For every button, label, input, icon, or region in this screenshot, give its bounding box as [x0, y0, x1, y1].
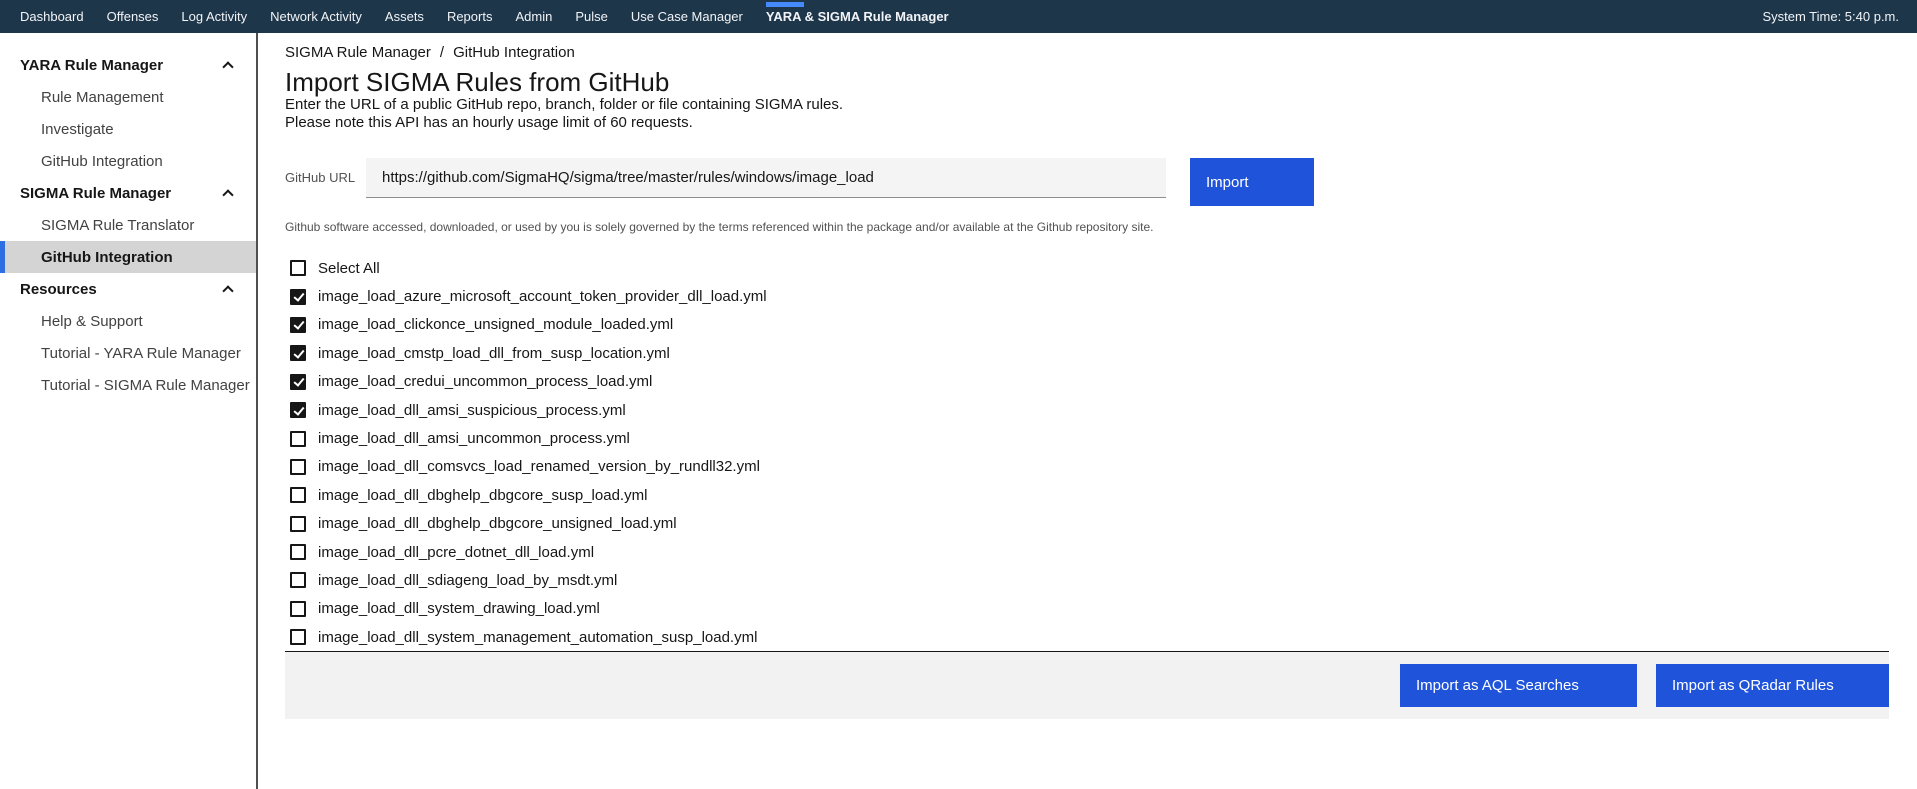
file-name: image_load_dll_system_management_automat… [318, 628, 758, 646]
sidebar-section-label: SIGMA Rule Manager [20, 184, 172, 202]
nav-item-offenses[interactable]: Offenses [107, 0, 159, 33]
file-list: Select All image_load_azure_microsoft_ac… [285, 254, 1889, 651]
footer-action-bar: Import as AQL Searches Import as QRadar … [285, 651, 1889, 720]
sidebar-section-label: YARA Rule Manager [20, 56, 164, 74]
file-name: image_load_dll_comsvcs_load_renamed_vers… [318, 458, 760, 476]
sidebar-item-yara-rule-management[interactable]: Rule Management [0, 81, 256, 113]
top-nav-tabs: Dashboard Offenses Log Activity Network Act… [20, 0, 949, 33]
main-body: YARA Rule Manager Rule Management Investig… [0, 33, 1917, 789]
github-url-input[interactable] [366, 158, 1166, 198]
sidebar-item-resources-tutorial-yara-rule-manager[interactable]: Tutorial - YARA Rule Manager [0, 337, 256, 369]
sidebar-item-sigma-github-integration[interactable]: GitHub Integration [0, 241, 256, 273]
system-time: System Time: 5:40 p.m. [1762, 9, 1899, 24]
sidebar-item-resources-tutorial-sigma-rule-manager[interactable]: Tutorial - SIGMA Rule Manager [0, 369, 256, 401]
file-name: image_load_dll_sdiageng_load_by_msdt.yml [318, 571, 618, 589]
nav-item-admin[interactable]: Admin [515, 0, 552, 33]
file-row: image_load_dll_sdiageng_load_by_msdt.yml [285, 566, 1889, 594]
file-checkbox[interactable] [290, 600, 306, 617]
sidebar-item-yara-investigate[interactable]: Investigate [0, 113, 256, 145]
file-name: image_load_cmstp_load_dll_from_susp_loca… [318, 344, 670, 362]
file-checkbox[interactable] [290, 515, 306, 532]
file-checkbox[interactable] [290, 373, 306, 390]
sidebar-section-label: Resources [20, 280, 97, 298]
sidebar-section-yara-rule-manager[interactable]: YARA Rule Manager [0, 49, 256, 81]
nav-item-use-case-manager[interactable]: Use Case Manager [631, 0, 743, 33]
file-checkbox[interactable] [290, 458, 306, 475]
github-disclaimer: Github software accessed, downloaded, or… [285, 220, 1154, 234]
file-name: image_load_azure_microsoft_account_token… [318, 288, 767, 306]
file-checkbox[interactable] [290, 572, 306, 589]
select-all-label: Select All [318, 259, 380, 277]
file-row: image_load_dll_dbghelp_dbgcore_susp_load… [285, 481, 1889, 509]
nav-item-log-activity[interactable]: Log Activity [181, 0, 247, 33]
nav-item-assets[interactable]: Assets [385, 0, 424, 33]
sidebar-section-resources[interactable]: Resources [0, 273, 256, 305]
page-description-line1: Enter the URL of a public GitHub repo, b… [285, 96, 844, 113]
file-row: image_load_dll_comsvcs_load_renamed_vers… [285, 453, 1889, 481]
nav-item-network-activity[interactable]: Network Activity [270, 0, 362, 33]
file-name: image_load_dll_dbghelp_dbgcore_susp_load… [318, 486, 648, 504]
file-name: image_load_credui_uncommon_process_load.… [318, 373, 653, 391]
file-row: image_load_clickonce_unsigned_module_loa… [285, 311, 1889, 339]
breadcrumb-item-github-integration[interactable]: GitHub Integration [453, 43, 575, 63]
file-checkbox[interactable] [290, 288, 306, 305]
file-row: image_load_dll_system_management_automat… [285, 623, 1889, 651]
file-name: image_load_dll_amsi_suspicious_process.y… [318, 401, 626, 419]
github-url-form: GitHub URL Import [285, 158, 1889, 206]
file-row: image_load_dll_pcre_dotnet_dll_load.yml [285, 538, 1889, 566]
file-row: image_load_azure_microsoft_account_token… [285, 282, 1889, 310]
page-title: Import SIGMA Rules from GitHub [285, 67, 670, 97]
file-checkbox[interactable] [290, 487, 306, 504]
chevron-up-icon [222, 188, 234, 201]
chevron-up-icon [222, 60, 234, 73]
file-name: image_load_clickonce_unsigned_module_loa… [318, 316, 674, 334]
sidebar: YARA Rule Manager Rule Management Investig… [0, 33, 258, 789]
page-description-line2: Please note this API has an hourly usage… [285, 114, 693, 131]
file-name: image_load_dll_dbghelp_dbgcore_unsigned_… [318, 515, 677, 533]
file-row: image_load_dll_amsi_uncommon_process.yml [285, 424, 1889, 452]
file-checkbox[interactable] [290, 345, 306, 362]
file-checkbox[interactable] [290, 402, 306, 419]
nav-item-reports[interactable]: Reports [447, 0, 493, 33]
file-row: image_load_cmstp_load_dll_from_susp_loca… [285, 339, 1889, 367]
nav-item-yara-sigma-rule-manager[interactable]: YARA & SIGMA Rule Manager [765, 0, 949, 33]
file-name: image_load_dll_pcre_dotnet_dll_load.yml [318, 543, 595, 561]
file-row: image_load_dll_amsi_suspicious_process.y… [285, 396, 1889, 424]
nav-item-pulse[interactable]: Pulse [575, 0, 608, 33]
import-as-aql-searches-button[interactable]: Import as AQL Searches [1400, 664, 1637, 708]
sidebar-item-yara-github-integration[interactable]: GitHub Integration [0, 145, 256, 177]
file-row: image_load_credui_uncommon_process_load.… [285, 368, 1889, 396]
import-as-qradar-rules-button[interactable]: Import as QRadar Rules [1656, 664, 1889, 708]
breadcrumb-item-sigma-rule-manager[interactable]: SIGMA Rule Manager [285, 43, 431, 63]
sidebar-item-resources-help-support[interactable]: Help & Support [0, 305, 256, 337]
sidebar-item-sigma-sigma-rule-translator[interactable]: SIGMA Rule Translator [0, 209, 256, 241]
breadcrumb-separator: / [439, 44, 445, 61]
import-button[interactable]: Import [1190, 158, 1314, 206]
file-name: image_load_dll_amsi_uncommon_process.yml [318, 430, 630, 448]
chevron-up-icon [222, 284, 234, 297]
breadcrumb: SIGMA Rule Manager / GitHub Integration [285, 43, 1889, 63]
select-all-row: Select All [285, 254, 1889, 282]
file-row: image_load_dll_dbghelp_dbgcore_unsigned_… [285, 510, 1889, 538]
file-checkbox[interactable] [290, 629, 306, 646]
file-checkbox[interactable] [290, 430, 306, 447]
nav-item-dashboard[interactable]: Dashboard [20, 0, 84, 33]
file-row: image_load_dll_system_drawing_load.yml [285, 595, 1889, 623]
select-all-checkbox[interactable] [290, 260, 306, 277]
top-nav: Dashboard Offenses Log Activity Network Act… [0, 0, 1917, 33]
file-name: image_load_dll_system_drawing_load.yml [318, 600, 600, 618]
github-url-label: GitHub URL [285, 170, 356, 185]
content-area: SIGMA Rule Manager / GitHub Integration … [258, 33, 1889, 789]
file-checkbox[interactable] [290, 316, 306, 333]
sidebar-section-sigma-rule-manager[interactable]: SIGMA Rule Manager [0, 177, 256, 209]
file-checkbox[interactable] [290, 544, 306, 561]
